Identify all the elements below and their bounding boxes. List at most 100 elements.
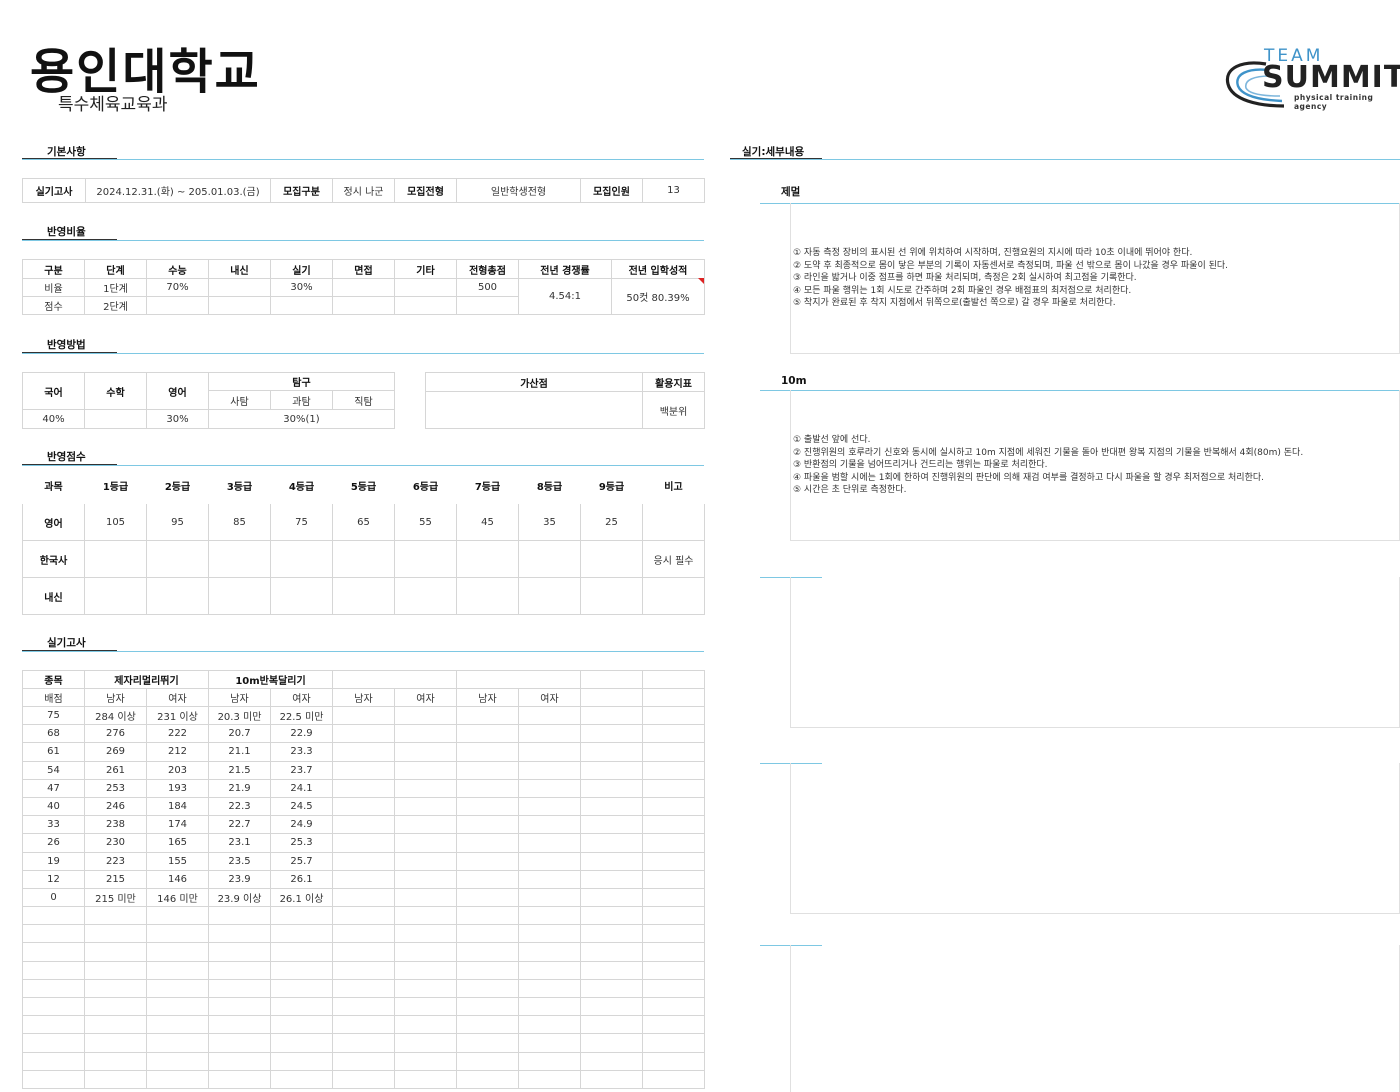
practical-empty-cell [642, 815, 705, 835]
practical-empty-cell [518, 996, 581, 1017]
practical-empty-cell [642, 924, 705, 944]
practical-row: 61 269 212 21.1 23.3 [22, 742, 705, 762]
grade-cell [518, 540, 581, 578]
team-summit-logo: TEAM SUMMIT physical training agency [1222, 46, 1400, 112]
practical-empty-cell [394, 760, 457, 780]
practical-empty-cell [22, 978, 85, 999]
practical-record: 25.7 [270, 851, 333, 871]
grade-header: 비고 [664, 482, 683, 493]
ratio-cell [270, 296, 333, 315]
grade-cell [580, 540, 643, 578]
index-label: 활용지표 [642, 372, 705, 392]
practical-row [22, 996, 705, 1017]
practical-gender: 여자 [146, 688, 209, 707]
ratio-header: 실기 [270, 259, 333, 279]
practical-empty-cell [642, 887, 705, 908]
detail-jump-line: ② 도약 후 최종적으로 몸이 닿은 부분의 기록이 자동센서로 측정되며, 파… [793, 260, 1229, 271]
practical-empty-cell [580, 742, 643, 762]
practical-event-run: 10m반복달리기 [208, 670, 333, 689]
practical-record: 24.5 [270, 796, 333, 817]
practical-empty-cell [332, 924, 395, 944]
practical-empty-cell [84, 978, 147, 999]
practical-empty-cell [146, 960, 209, 980]
practical-row: 0 215 미만 146 미만 23.9 이상 26.1 이상 [22, 887, 705, 908]
practical-item-label: 종목 [22, 670, 85, 689]
practical-empty-cell [518, 796, 581, 817]
practical-empty-cell [580, 1051, 643, 1071]
practical-empty-cell [580, 1069, 643, 1089]
practical-empty-cell [642, 796, 705, 817]
grade-cell [580, 577, 643, 615]
detail-empty-box [790, 577, 1400, 728]
section-divider [22, 465, 704, 466]
practical-empty-cell [394, 724, 457, 744]
practical-empty-cell [208, 960, 271, 980]
index-value: 백분위 [642, 391, 705, 429]
practical-empty-cell [84, 996, 147, 1017]
practical-empty-cell [518, 742, 581, 762]
section-title-basic: 기본사항 [47, 146, 86, 158]
ratio-header: 기타 [394, 259, 457, 279]
practical-empty-cell [332, 1051, 395, 1071]
grade-cell [518, 577, 581, 615]
method-inquiry-value: 30%(1) [208, 409, 395, 429]
exam-label: 실기고사 [22, 178, 86, 203]
practical-empty-cell [146, 996, 209, 1017]
recruit-type: 정시 나군 [332, 178, 395, 203]
practical-table: 종목 제자리멀리뛰기 10m반복달리기 배점 남자 여자 남자 여자 남자 여자… [22, 670, 705, 1089]
practical-record: 24.1 [270, 778, 333, 798]
practical-empty-cell [456, 724, 519, 744]
practical-score: 61 [22, 742, 85, 762]
grade-cell [394, 577, 457, 615]
practical-event-empty [580, 670, 643, 689]
grade-cell: 55 [394, 503, 457, 541]
practical-empty-cell [518, 924, 581, 944]
practical-row: 12 215 146 23.9 26.1 [22, 869, 705, 889]
grade-table: 과목 1등급 2등급 3등급 4등급 5등급 6등급 7등급 8등급 9등급 비… [22, 467, 705, 615]
detail-run-line: ⑤ 시간은 초 단위로 측정한다. [793, 485, 907, 496]
practical-record: 25.3 [270, 833, 333, 853]
practical-record: 21.5 [208, 760, 271, 780]
method-korean-value: 40% [22, 409, 85, 429]
practical-empty-cell [332, 833, 395, 853]
comment-indicator[interactable] [698, 278, 704, 284]
practical-score: 40 [22, 796, 85, 817]
practical-empty-cell [84, 942, 147, 962]
practical-empty-cell [456, 1033, 519, 1053]
practical-empty-cell [332, 942, 395, 962]
method-english-value: 30% [146, 409, 209, 429]
section-title-practical: 실기고사 [47, 637, 86, 649]
practical-row: 33 238 174 22.7 24.9 [22, 815, 705, 835]
practical-empty-cell [146, 1033, 209, 1053]
practical-empty-cell [580, 1033, 643, 1053]
practical-empty-cell [580, 869, 643, 889]
grade-subject: 영어 [22, 503, 85, 541]
practical-record: 24.9 [270, 815, 333, 835]
practical-empty-cell [332, 1069, 395, 1089]
admission-score: 50컷 80.39% [611, 278, 705, 315]
ratio-cell: 1단계 [84, 278, 147, 297]
practical-empty-cell [642, 942, 705, 962]
practical-empty-cell [580, 796, 643, 817]
grade-cell [208, 540, 271, 578]
practical-empty-cell [332, 742, 395, 762]
practical-empty-cell [84, 924, 147, 944]
practical-record: 23.1 [208, 833, 271, 853]
grade-cell: 35 [518, 503, 581, 541]
bonus-table: 가산점 활용지표 백분위 [425, 372, 705, 429]
practical-empty-cell [580, 887, 643, 908]
practical-empty-cell [456, 906, 519, 926]
practical-empty-cell [394, 978, 457, 999]
grade-header: 1등급 [102, 482, 129, 493]
section-divider [22, 159, 704, 160]
practical-empty-cell [22, 1033, 85, 1053]
practical-empty-cell [456, 833, 519, 853]
practical-empty-cell [394, 996, 457, 1017]
practical-row: 68 276 222 20.7 22.9 [22, 724, 705, 744]
practical-empty-cell [642, 869, 705, 889]
grade-cell [84, 577, 147, 615]
practical-empty-cell [580, 778, 643, 798]
detail-empty-box [790, 763, 1400, 914]
section-title-detail: 실기:세부내용 [742, 146, 805, 158]
practical-empty-cell [332, 705, 395, 726]
